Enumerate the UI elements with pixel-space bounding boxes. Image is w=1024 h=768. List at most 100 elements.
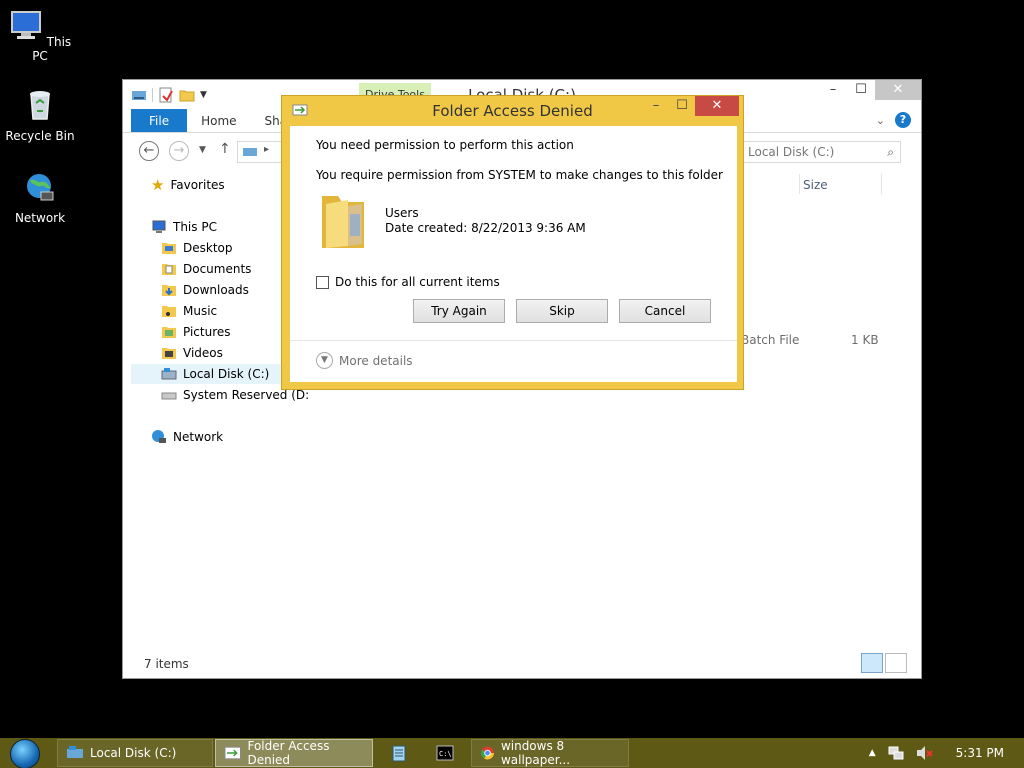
help-icon[interactable]: ?: [895, 112, 911, 128]
volume-muted-icon[interactable]: [916, 745, 934, 761]
search-input[interactable]: Local Disk (C:) ⌕: [743, 141, 901, 163]
nav-label: Music: [183, 304, 218, 318]
file-size-cell[interactable]: 1 KB: [851, 333, 879, 347]
folder-icon: [162, 285, 176, 296]
taskbar-item-label: windows 8 wallpaper...: [500, 739, 571, 767]
nav-label: Downloads: [183, 283, 249, 297]
command-prompt-icon: C:\: [436, 745, 454, 761]
nav-label: Favorites: [170, 178, 225, 192]
folder-transfer-icon: [224, 746, 241, 760]
try-again-button[interactable]: Try Again: [413, 299, 505, 323]
star-icon: ★: [151, 176, 165, 194]
tab-home[interactable]: Home: [187, 109, 250, 132]
up-arrow-icon[interactable]: ↑: [219, 141, 231, 157]
dialog-minimize-button[interactable]: –: [643, 96, 669, 116]
cancel-button[interactable]: Cancel: [619, 299, 711, 323]
apply-to-all-label[interactable]: Do this for all current items: [335, 275, 500, 289]
file-type-cell[interactable]: Batch File: [741, 333, 799, 347]
breadcrumb-chevron-icon[interactable]: ▸: [264, 144, 269, 155]
nav-item-desktop[interactable]: Desktop: [161, 238, 233, 258]
folder-icon: [162, 327, 176, 338]
nav-item-this-pc[interactable]: This PC: [151, 217, 217, 237]
more-details-toggle[interactable]: ▼ More details: [316, 352, 413, 369]
explorer-drive-icon: [67, 746, 83, 758]
nav-label: Documents: [183, 262, 252, 276]
item-name: Users: [385, 206, 419, 220]
taskbar: Local Disk (C:) Folder Access Denied C:\…: [0, 738, 1024, 768]
nav-item-music[interactable]: Music: [161, 301, 217, 321]
large-icons-view-button[interactable]: [885, 653, 907, 673]
nav-item-favorites[interactable]: ★ Favorites: [151, 175, 225, 195]
nav-item-pictures[interactable]: Pictures: [161, 322, 231, 342]
apply-to-all-checkbox[interactable]: [316, 275, 329, 289]
ribbon-right-controls: ⌄ ?: [876, 112, 911, 128]
recycle-bin-icon: [30, 91, 50, 120]
nav-label: Desktop: [183, 241, 233, 255]
nav-label: Local Disk (C:): [183, 367, 270, 381]
dialog-titlebar[interactable]: Folder Access Denied – ☐ ✕: [282, 96, 743, 125]
address-bar[interactable]: ▸: [237, 141, 287, 163]
desktop-icon-this-pc[interactable]: This PC: [0, 8, 80, 63]
dialog-message-primary: You need permission to perform this acti…: [316, 138, 574, 152]
folder-icon: [162, 264, 176, 275]
desktop-icon-label: Network: [14, 211, 66, 225]
dialog-window-controls: – ☐ ✕: [643, 96, 739, 116]
dialog-message-secondary: You require permission from SYSTEM to ma…: [316, 168, 723, 182]
folder-icon: [162, 348, 176, 359]
taskbar-notepad[interactable]: [380, 739, 418, 767]
details-view-button[interactable]: [861, 653, 883, 673]
taskbar-item-local-disk[interactable]: Local Disk (C:): [57, 739, 213, 767]
tab-file[interactable]: File: [131, 109, 188, 132]
back-button[interactable]: ←: [139, 141, 159, 161]
nav-item-videos[interactable]: Videos: [161, 343, 223, 363]
taskbar-item-folder-access-denied[interactable]: Folder Access Denied: [215, 739, 373, 767]
start-button[interactable]: [10, 739, 40, 768]
forward-button[interactable]: →: [169, 141, 189, 161]
column-header-size[interactable]: Size: [803, 178, 828, 192]
nav-item-documents[interactable]: Documents: [161, 259, 251, 279]
taskbar-item-chrome[interactable]: windows 8 wallpaper...: [471, 739, 629, 767]
taskbar-item-label: Local Disk (C:): [90, 746, 177, 760]
item-date-created: Date created: 8/22/2013 9:36 AM: [385, 221, 586, 235]
nav-label: Pictures: [183, 325, 231, 339]
maximize-button[interactable]: ☐: [847, 80, 875, 100]
system-tray: ▲ 5:31 PM: [869, 738, 1024, 768]
navigation-pane: ★ Favorites This PC Desktop Documents Do…: [131, 175, 309, 625]
nav-item-downloads[interactable]: Downloads: [161, 280, 249, 300]
recent-locations-icon[interactable]: ▼: [199, 145, 206, 155]
svg-text:C:\: C:\: [439, 750, 452, 758]
monitor-icon: [152, 220, 166, 233]
nav-label: This PC: [173, 220, 217, 234]
drive-icon: [161, 368, 177, 380]
dialog-body: You need permission to perform this acti…: [290, 126, 737, 382]
monitor-icon: [10, 11, 41, 39]
dialog-divider: [290, 340, 737, 341]
notepad-icon: [392, 745, 406, 762]
show-hidden-icons-chevron-icon[interactable]: ▲: [869, 748, 876, 758]
expand-ribbon-chevron-icon[interactable]: ⌄: [876, 114, 885, 127]
close-button[interactable]: ✕: [875, 80, 921, 100]
chrome-icon: [480, 746, 495, 760]
nav-item-network[interactable]: Network: [151, 427, 223, 447]
column-separator[interactable]: [799, 174, 800, 194]
column-separator[interactable]: [881, 174, 882, 194]
search-placeholder: Local Disk (C:): [748, 145, 835, 159]
minimize-button[interactable]: –: [819, 80, 847, 100]
apply-to-all-row[interactable]: Do this for all current items: [316, 275, 500, 289]
folder-access-denied-dialog[interactable]: Folder Access Denied – ☐ ✕ You need perm…: [281, 95, 744, 390]
more-details-label[interactable]: More details: [339, 354, 413, 368]
skip-button[interactable]: Skip: [516, 299, 608, 323]
dialog-close-button[interactable]: ✕: [695, 96, 739, 116]
taskbar-command-prompt[interactable]: C:\: [426, 739, 464, 767]
nav-label: Network: [173, 430, 224, 444]
desktop-icon-recycle-bin[interactable]: Recycle Bin: [0, 88, 80, 143]
desktop-icon-network[interactable]: Network: [0, 170, 80, 225]
desktop-icon-label: Recycle Bin: [5, 129, 75, 143]
nav-item-local-disk[interactable]: Local Disk (C:): [131, 364, 291, 384]
search-icon: ⌕: [887, 145, 894, 159]
network-status-icon[interactable]: [888, 745, 904, 761]
window-controls: – ☐ ✕: [819, 80, 921, 100]
dialog-maximize-button[interactable]: ☐: [669, 96, 695, 116]
chevron-down-icon[interactable]: ▼: [316, 352, 333, 369]
clock[interactable]: 5:31 PM: [956, 746, 1004, 760]
